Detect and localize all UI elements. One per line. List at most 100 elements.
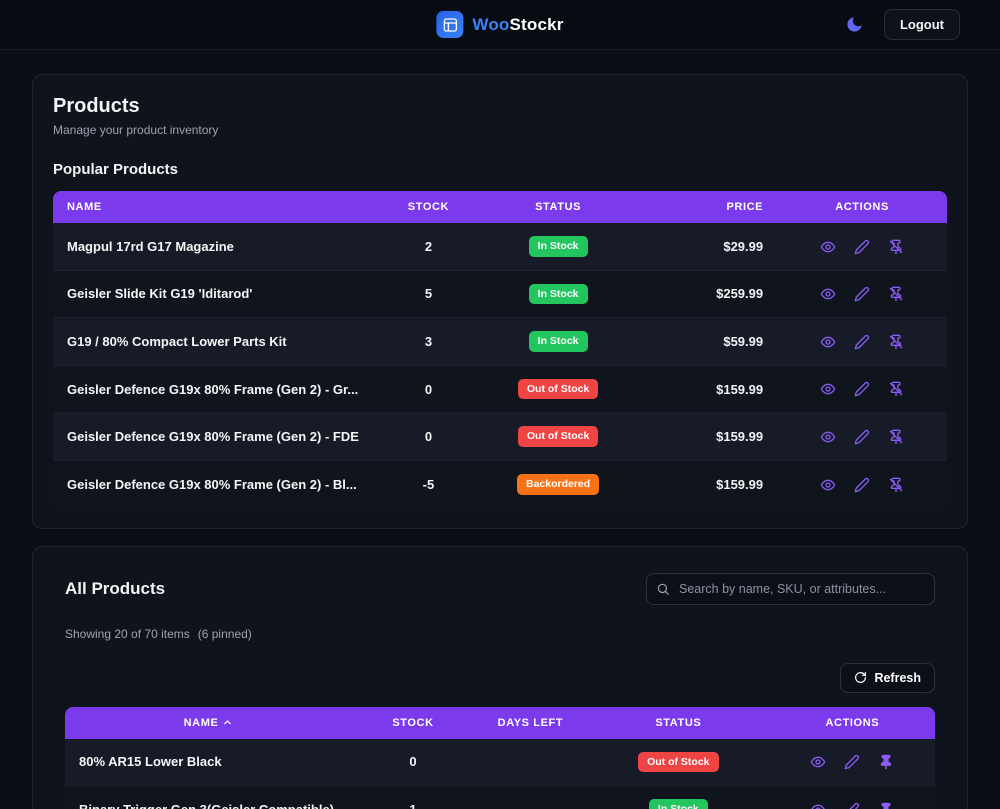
edit-icon[interactable] (844, 802, 860, 809)
status-badge: Out of Stock (517, 378, 599, 400)
main-content: Products Manage your product inventory P… (0, 50, 1000, 809)
product-name: Geisler Defence G19x 80% Frame (Gen 2) -… (53, 412, 384, 461)
price-value: $59.99 (643, 317, 778, 366)
price-value: $159.99 (643, 365, 778, 414)
days-left-value (473, 785, 587, 809)
view-icon[interactable] (820, 239, 836, 255)
stock-value: 1 (352, 785, 474, 809)
column-header-name[interactable]: Name (53, 191, 384, 223)
stock-value: 0 (383, 365, 474, 414)
table-row: Geisler Defence G19x 80% Frame (Gen 2) -… (53, 460, 947, 508)
refresh-button[interactable]: Refresh (840, 662, 935, 693)
status-cell: Out of Stock (586, 738, 770, 787)
price-value: $159.99 (716, 476, 764, 492)
view-icon[interactable] (820, 381, 836, 397)
table-row: Geisler Defence G19x 80% Frame (Gen 2) -… (53, 412, 947, 461)
search-input[interactable] (646, 572, 935, 605)
row-actions (777, 270, 947, 319)
all-products-table-wrap: Name Stock Days Left Status Actions 80% … (65, 706, 935, 809)
results-count: Showing 20 of 70 items (6 pinned) (65, 627, 935, 641)
logout-button[interactable]: Logout (883, 9, 960, 40)
edit-icon[interactable] (854, 239, 870, 255)
row-actions (777, 317, 947, 366)
column-header-name[interactable]: Name (65, 707, 352, 739)
row-actions (777, 460, 947, 507)
status-cell: In Stock (473, 270, 644, 319)
stock-value: 5 (383, 270, 474, 319)
price-value: $159.99 (643, 412, 778, 461)
row-actions (769, 785, 935, 809)
search-box (646, 572, 935, 605)
status-cell: In Stock (473, 317, 644, 366)
pinned-count: (6 pinned) (197, 626, 252, 641)
page-subtitle: Manage your product inventory (53, 123, 219, 137)
status-badge: In Stock (528, 331, 588, 352)
edit-icon[interactable] (854, 334, 870, 350)
status-badge: In Stock (648, 799, 708, 809)
pin-icon[interactable] (878, 754, 894, 770)
stock-value: 2 (383, 223, 474, 271)
row-actions (777, 412, 947, 461)
view-icon[interactable] (810, 754, 826, 770)
status-badge: Backordered (516, 473, 600, 495)
view-icon[interactable] (820, 334, 836, 350)
days-left-value (473, 738, 587, 787)
price-value: $29.99 (643, 223, 778, 271)
table-row: Geisler Defence G19x 80% Frame (Gen 2) -… (53, 365, 947, 414)
name-header-label: Name (183, 716, 219, 729)
edit-icon[interactable] (854, 477, 870, 493)
column-header-price[interactable]: Price (643, 191, 777, 223)
status-cell: In Stock (586, 785, 770, 809)
row-actions (769, 738, 935, 787)
status-cell: Out of Stock (473, 365, 644, 414)
stock-value: -5 (422, 476, 435, 492)
status-badge: Out of Stock (638, 751, 719, 773)
product-name: G19 / 80% Compact Lower Parts Kit (53, 317, 384, 366)
table-row: Binary Trigger Gen 3(Geisler Compatible)… (65, 785, 935, 809)
column-header-actions[interactable]: Actions (777, 191, 947, 223)
unpin-icon[interactable] (888, 334, 904, 350)
sort-ascending-icon (222, 717, 233, 728)
brand-suffix: Stockr (509, 14, 564, 34)
view-icon[interactable] (820, 429, 836, 445)
all-products-table: Name Stock Days Left Status Actions 80% … (65, 706, 935, 809)
column-header-stock[interactable]: Stock (384, 191, 473, 223)
refresh-icon (854, 671, 867, 684)
products-card: Products Manage your product inventory P… (32, 74, 968, 529)
unpin-icon[interactable] (888, 381, 904, 397)
column-header-stock[interactable]: Stock (352, 707, 474, 739)
unpin-icon[interactable] (888, 429, 904, 445)
view-icon[interactable] (820, 286, 836, 302)
status-badge: In Stock (528, 283, 588, 305)
popular-products-table-wrap: Name Stock Status Price Actions Magpul 1… (53, 191, 947, 508)
column-header-status[interactable]: Status (587, 707, 770, 739)
column-header-status[interactable]: Status (473, 191, 643, 223)
edit-icon[interactable] (854, 429, 870, 445)
view-icon[interactable] (810, 802, 826, 809)
edit-icon[interactable] (854, 286, 870, 302)
row-actions (777, 365, 947, 414)
unpin-icon[interactable] (888, 477, 904, 493)
column-header-days-left[interactable]: Days Left (474, 707, 587, 739)
product-name-cell: 80% AR15 Lower Black (65, 738, 353, 787)
all-table-header-row: Name Stock Days Left Status Actions (65, 706, 935, 739)
brand: WooStockr (436, 11, 563, 38)
stock-value: 0 (352, 738, 474, 787)
stock-value: 3 (383, 317, 474, 366)
column-header-actions[interactable]: Actions (770, 707, 935, 739)
status-badge: In Stock (528, 236, 588, 257)
view-icon[interactable] (820, 477, 836, 493)
moon-icon (845, 15, 864, 34)
product-name: Geisler Defence G19x 80% Frame (Gen 2) -… (67, 476, 357, 492)
table-row: Magpul 17rd G17 Magazine 2 In Stock $29.99 (53, 223, 947, 271)
unpin-icon[interactable] (888, 286, 904, 302)
product-name: Geisler Slide Kit G19 'Iditarod' (53, 270, 384, 319)
pin-icon[interactable] (878, 802, 894, 809)
edit-icon[interactable] (844, 754, 860, 770)
status-cell: In Stock (473, 223, 644, 271)
edit-icon[interactable] (854, 381, 870, 397)
theme-toggle-button[interactable] (842, 12, 868, 38)
unpin-icon[interactable] (888, 239, 904, 255)
showing-text: Showing 20 of 70 items (65, 626, 190, 641)
brand-prefix: Woo (472, 14, 510, 34)
